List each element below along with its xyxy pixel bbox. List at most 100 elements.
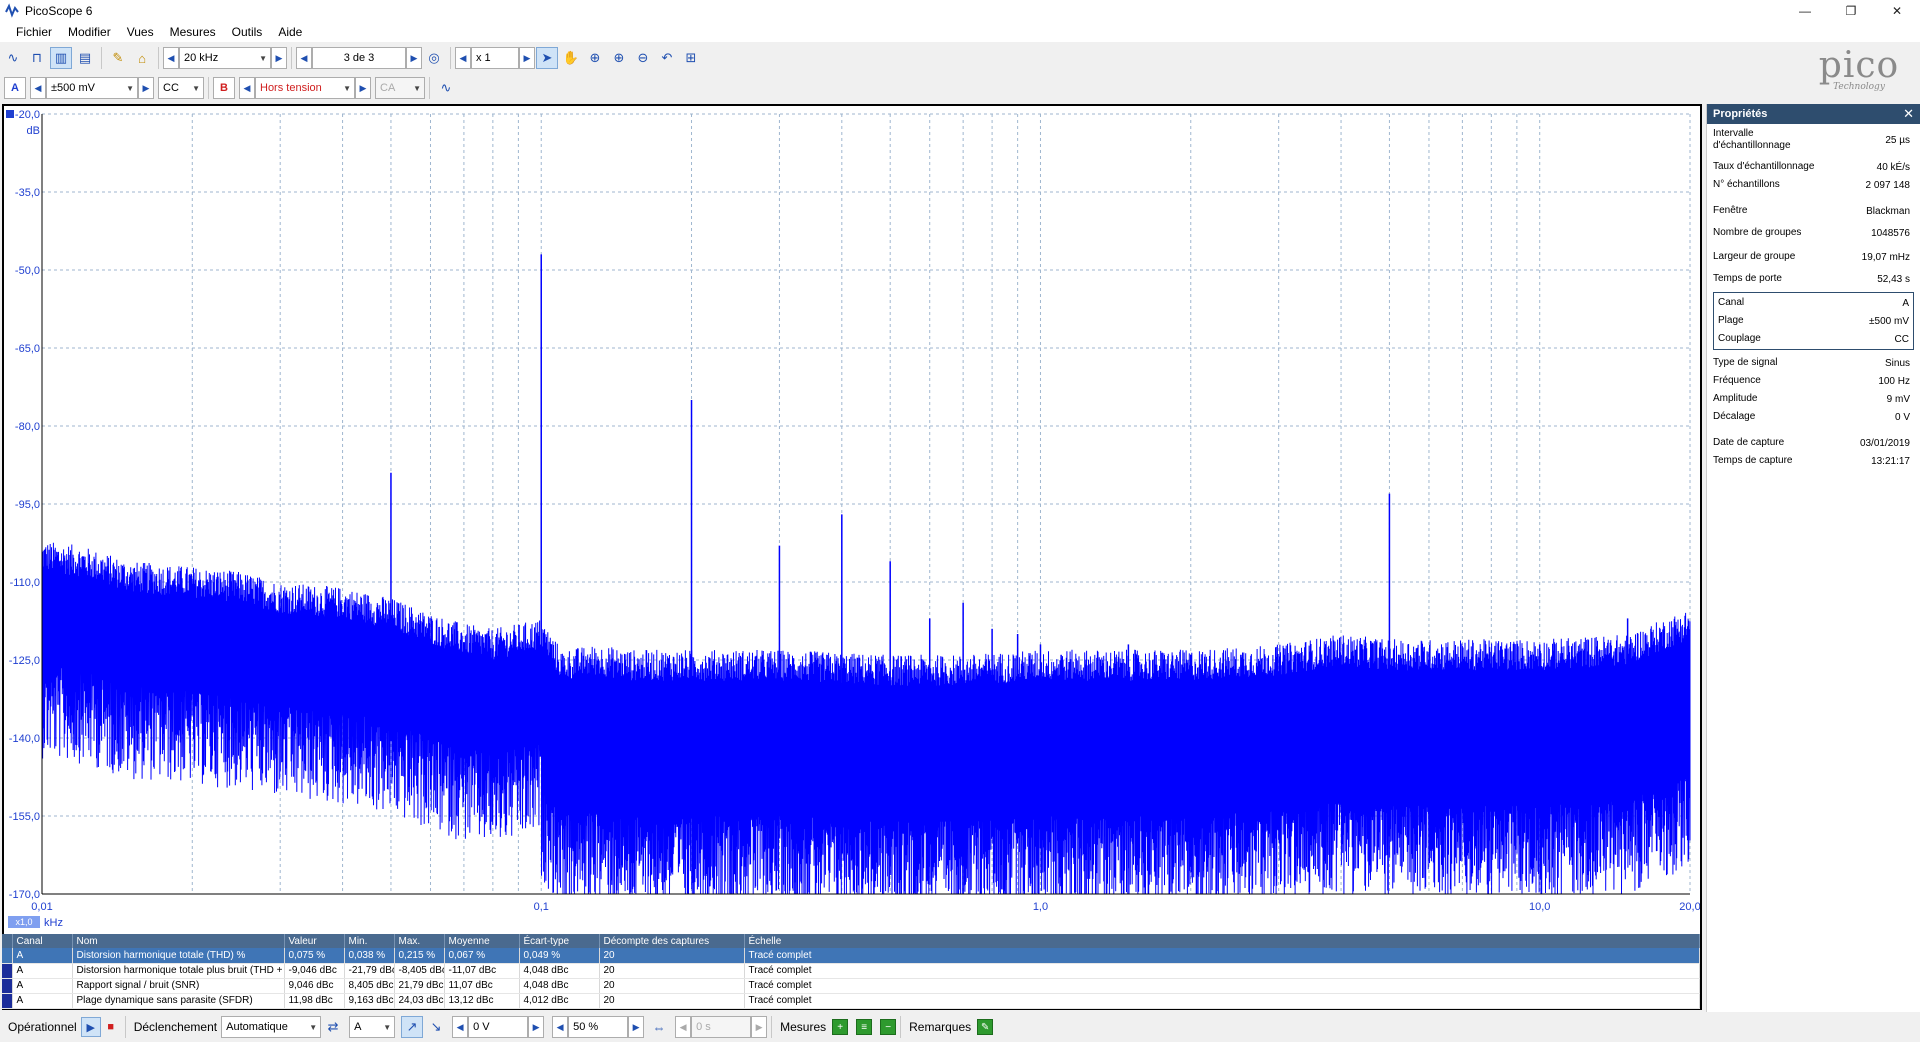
scope-mode-icon[interactable]: ∿ [2,47,24,69]
capture-navigator-icon[interactable]: ◎ [423,47,445,69]
signal-generator-icon[interactable]: ∿ [435,77,457,99]
row-marker [2,963,13,979]
range-a-next-button[interactable]: ▶ [138,77,154,99]
range-a-prev-button[interactable]: ◀ [30,77,46,99]
undo-zoom-icon[interactable]: ↶ [656,47,678,69]
persistence-mode-icon[interactable]: ⊓ [26,47,48,69]
capture-next-button[interactable]: ▶ [406,47,422,69]
close-icon[interactable]: ✕ [1903,106,1914,122]
menu-mesures[interactable]: Mesures [162,25,224,39]
pretrigger-next-button[interactable]: ▶ [628,1016,645,1038]
col-valeur[interactable]: Valeur [284,934,345,948]
zoom-out-icon[interactable]: ⊖ [632,47,654,69]
y-tick-label: -35,0 [15,187,40,199]
col-decompte[interactable]: Décompte des captures [599,934,745,948]
chevron-down-icon: ▼ [383,1022,392,1032]
y-tick-label: -140,0 [9,733,40,745]
pretrigger-prev-button[interactable]: ◀ [552,1016,569,1038]
falling-edge-icon[interactable]: ↘ [425,1016,447,1038]
trigger-source-select[interactable]: A ▼ [349,1016,396,1038]
table-row[interactable]: A Distorsion harmonique totale plus brui… [2,963,1700,979]
main-toolbar: ∿ ⊓ ▥ ▤ ✎ ⌂ ◀ 20 kHz ▼ ▶ ◀ 3 de 3 ▶ ◎ ◀ x… [0,44,1920,72]
spectrum-add-icon[interactable]: ▤ [74,47,96,69]
menu-vues[interactable]: Vues [119,25,162,39]
zoom-region-icon[interactable]: ⊕ [584,47,606,69]
trigger-mode-select[interactable]: Automatique ▼ [221,1016,322,1038]
col-nom[interactable]: Nom [72,934,285,948]
x-tick-label: 1,0 [1033,901,1048,913]
advanced-trigger-icon[interactable]: ⇄ [322,1016,344,1038]
properties-panel: Propriétés ✕ Intervalle d'échantillonnag… [1706,104,1920,1012]
chevron-down-icon: ▼ [343,83,351,93]
channel-toolbar: A ◀ ±500 mV ▼ ▶ CC ▼ B ◀ Hors tension ▼ ▶ C… [0,74,1920,102]
channel-properties-box: Canal A Plage ±500 mV Couplage CC [1713,292,1914,350]
zoom-overview-icon[interactable]: ⊞ [680,47,702,69]
channel-b-button[interactable]: B [213,77,235,99]
maximize-button[interactable]: ❐ [1828,0,1874,22]
timebase-prev-button[interactable]: ◀ [163,47,179,69]
table-row[interactable]: A Distorsion harmonique totale (THD) % 0… [2,948,1700,964]
timebase-next-button[interactable]: ▶ [271,47,287,69]
edit-measure-button[interactable]: ≡ [856,1019,873,1035]
zoom-prev-button[interactable]: ◀ [455,47,471,69]
col-max[interactable]: Max. [394,934,445,948]
chevron-down-icon: ▼ [192,83,200,93]
notes-button[interactable]: ✎ [977,1019,994,1035]
range-a-select[interactable]: ±500 mV ▼ [46,77,138,99]
col-canal[interactable]: Canal [12,934,73,948]
x-tick-label: 0,01 [31,901,52,913]
spectrum-view[interactable]: -20,0 -35,0 -50,0 -65,0 -80,0 -95,0 -110,0 -125… [2,104,1702,1010]
pretrigger-field[interactable]: 50 % [568,1016,629,1038]
x-scale-badge-label: x1,0 [15,917,32,927]
zoom-in-icon[interactable]: ⊕ [608,47,630,69]
prop-row: Fenêtre Blackman [1713,205,1910,217]
wizard-icon[interactable]: ✎ [107,47,129,69]
delete-measure-button[interactable]: − [880,1019,897,1035]
channel-a-button[interactable]: A [4,77,26,99]
minimize-button[interactable]: — [1782,0,1828,22]
trigger-level-field[interactable]: 0 V [468,1016,529,1038]
table-row[interactable]: A Rapport signal / bruit (SNR) 9,046 dBc… [2,978,1700,994]
stop-button[interactable]: ■ [101,1017,121,1037]
spectrum-mode-icon[interactable]: ▥ [50,47,72,69]
menu-modifier[interactable]: Modifier [60,25,119,39]
row-marker [2,993,13,1009]
coupling-a-select[interactable]: CC ▼ [158,77,204,99]
pointer-tool-icon[interactable]: ➤ [536,47,558,69]
col-echelle[interactable]: Échelle [744,934,1700,948]
pico-logo: pico Technology [1818,45,1900,93]
delay-icon[interactable]: ⇔ [648,1016,670,1038]
range-b-prev-button[interactable]: ◀ [239,77,255,99]
col-moyenne[interactable]: Moyenne [444,934,520,948]
menu-fichier[interactable]: Fichier [8,25,60,39]
col-ecart-type[interactable]: Écart-type [519,934,600,948]
capture-index-field[interactable]: 3 de 3 [312,47,406,69]
add-measure-button[interactable]: + [832,1019,849,1035]
rising-edge-icon[interactable]: ↗ [401,1016,424,1038]
y-tick-label: -20,0 [15,109,40,121]
menu-outils[interactable]: Outils [224,25,271,39]
range-b-select[interactable]: Hors tension ▼ [255,77,355,99]
title-bar: PicoScope 6 — ❐ ✕ [0,0,1920,22]
delay-prev-button: ◀ [675,1016,692,1038]
table-row[interactable]: A Plage dynamique sans parasite (SFDR) 1… [2,993,1700,1009]
timebase-select[interactable]: 20 kHz ▼ [179,47,271,69]
capture-prev-button[interactable]: ◀ [296,47,312,69]
prop-row: Taux d'échantillonnage 40 kÉ/s [1713,161,1910,173]
prop-row: N° échantillons 2 097 148 [1713,179,1910,191]
channel-a-axis-marker[interactable] [6,110,14,118]
col-min[interactable]: Min. [344,934,395,948]
zoom-next-button[interactable]: ▶ [519,47,535,69]
prop-row: Type de signal Sinus [1713,357,1910,369]
level-prev-button[interactable]: ◀ [452,1016,469,1038]
spectrum-plot[interactable]: -20,0 -35,0 -50,0 -65,0 -80,0 -95,0 -110,0 -125… [4,106,1700,936]
close-button[interactable]: ✕ [1874,0,1920,22]
y-tick-label: -110,0 [10,577,40,589]
zoom-field[interactable]: x 1 [471,47,519,69]
play-button[interactable]: ▶ [80,1017,101,1037]
home-icon[interactable]: ⌂ [131,47,153,69]
level-next-button[interactable]: ▶ [528,1016,545,1038]
hand-tool-icon[interactable]: ✋ [560,47,582,69]
menu-aide[interactable]: Aide [270,25,310,39]
range-b-next-button[interactable]: ▶ [355,77,371,99]
